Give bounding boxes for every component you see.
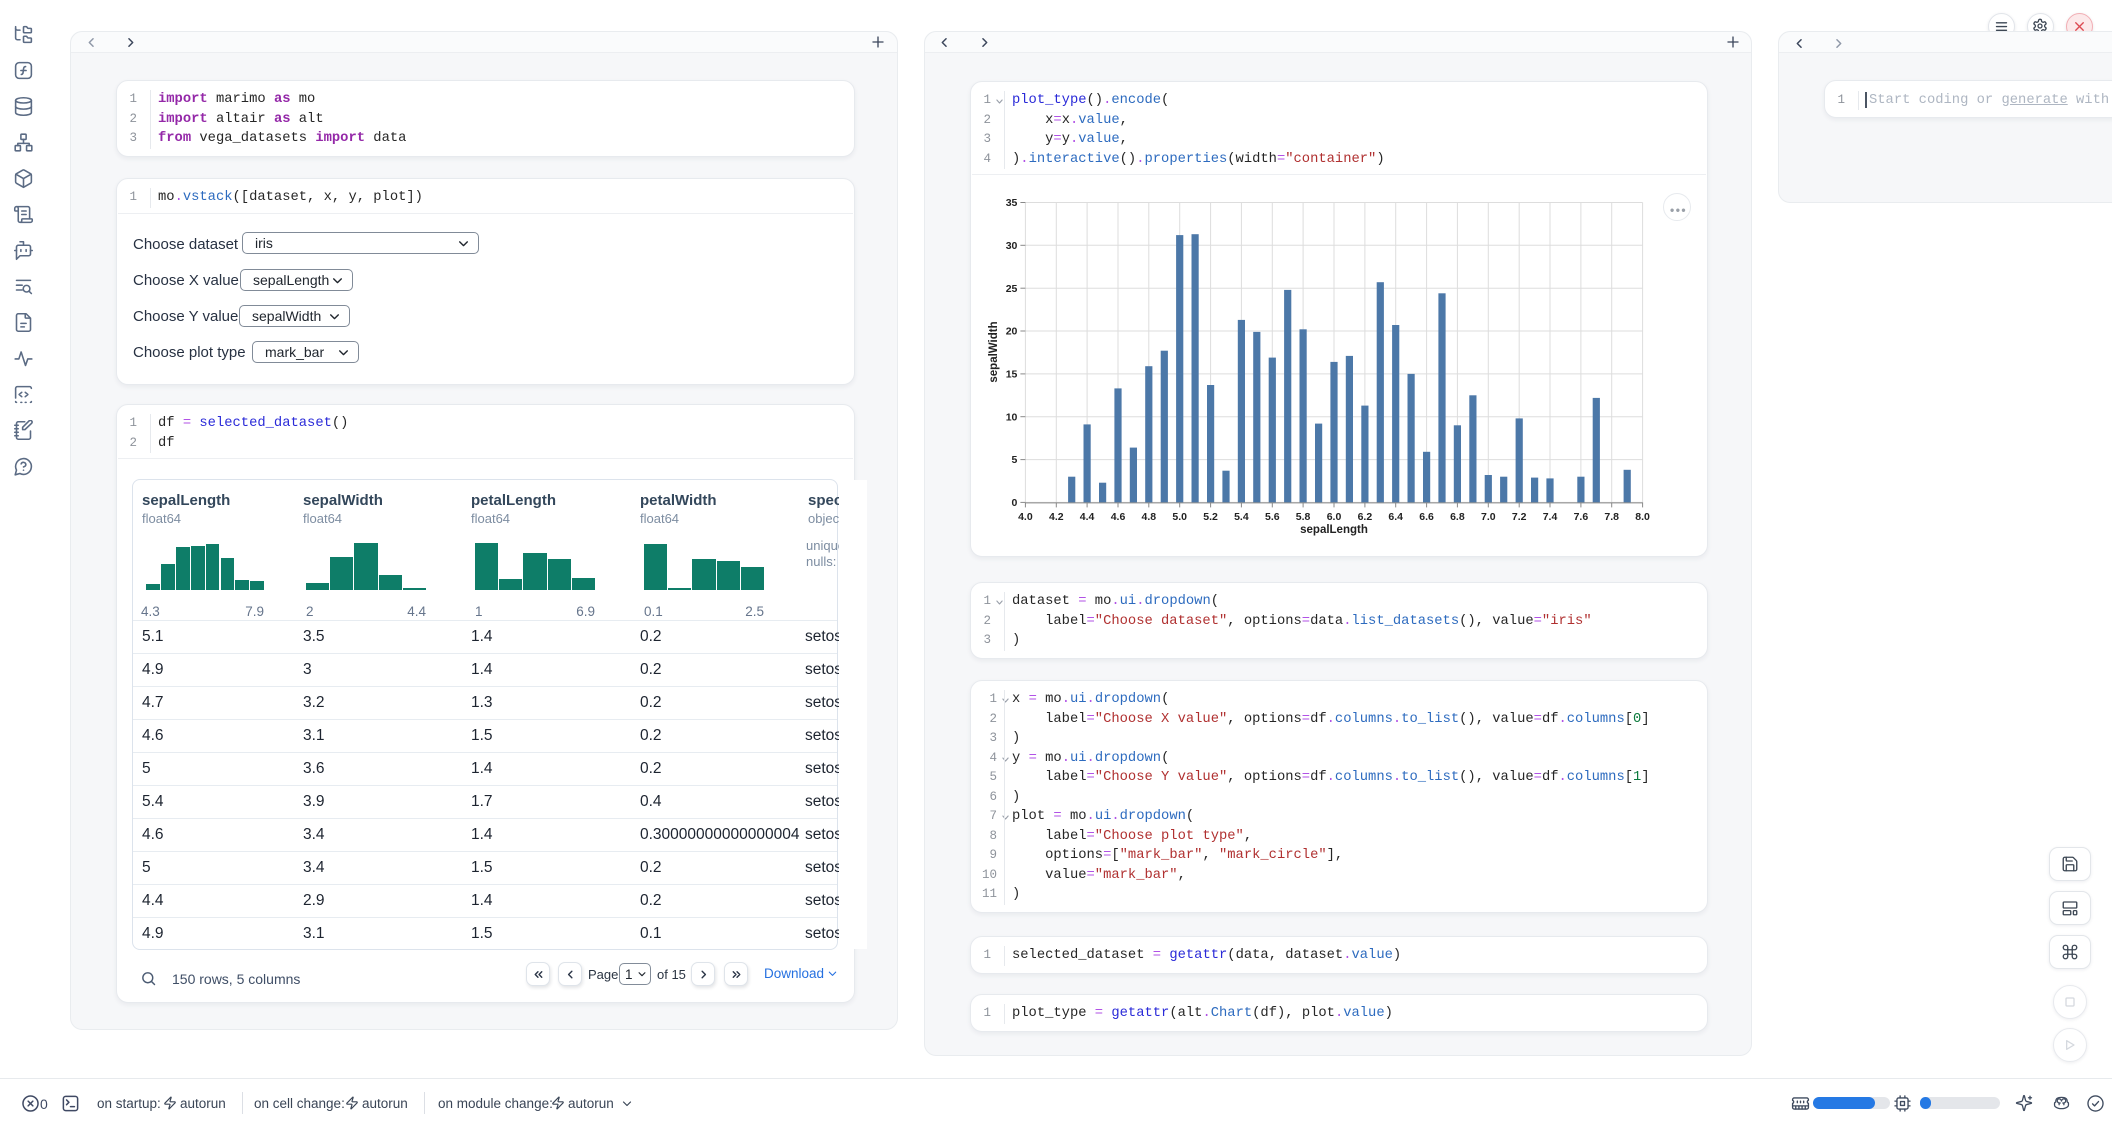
svg-text:5.8: 5.8 [1296,511,1311,523]
svg-text:7.0: 7.0 [1481,511,1496,523]
svg-text:7.4: 7.4 [1543,511,1558,523]
svg-text:5.6: 5.6 [1265,511,1280,523]
svg-text:35: 35 [1006,197,1018,209]
svg-text:7.6: 7.6 [1574,511,1589,523]
svg-text:0: 0 [1012,497,1018,509]
svg-text:4.2: 4.2 [1049,511,1064,523]
svg-text:8.0: 8.0 [1635,511,1650,523]
svg-text:30: 30 [1006,240,1018,252]
svg-text:6.8: 6.8 [1450,511,1465,523]
svg-text:4.6: 4.6 [1111,511,1126,523]
svg-text:15: 15 [1006,369,1018,381]
svg-text:5: 5 [1012,454,1018,466]
svg-text:5.4: 5.4 [1234,511,1249,523]
svg-text:7.2: 7.2 [1512,511,1527,523]
svg-text:4.8: 4.8 [1141,511,1156,523]
svg-text:4.4: 4.4 [1080,511,1095,523]
svg-text:sepalWidth: sepalWidth [988,321,1000,382]
svg-text:20: 20 [1006,326,1018,338]
svg-text:4.0: 4.0 [1018,511,1033,523]
svg-text:7.8: 7.8 [1604,511,1619,523]
svg-text:6.2: 6.2 [1358,511,1373,523]
svg-text:6.0: 6.0 [1327,511,1342,523]
svg-text:5.2: 5.2 [1203,511,1218,523]
svg-text:6.4: 6.4 [1388,511,1403,523]
svg-text:5.0: 5.0 [1172,511,1187,523]
svg-text:sepalLength: sepalLength [1300,524,1368,536]
svg-text:10: 10 [1006,411,1018,423]
svg-text:6.6: 6.6 [1419,511,1434,523]
svg-text:25: 25 [1006,283,1018,295]
